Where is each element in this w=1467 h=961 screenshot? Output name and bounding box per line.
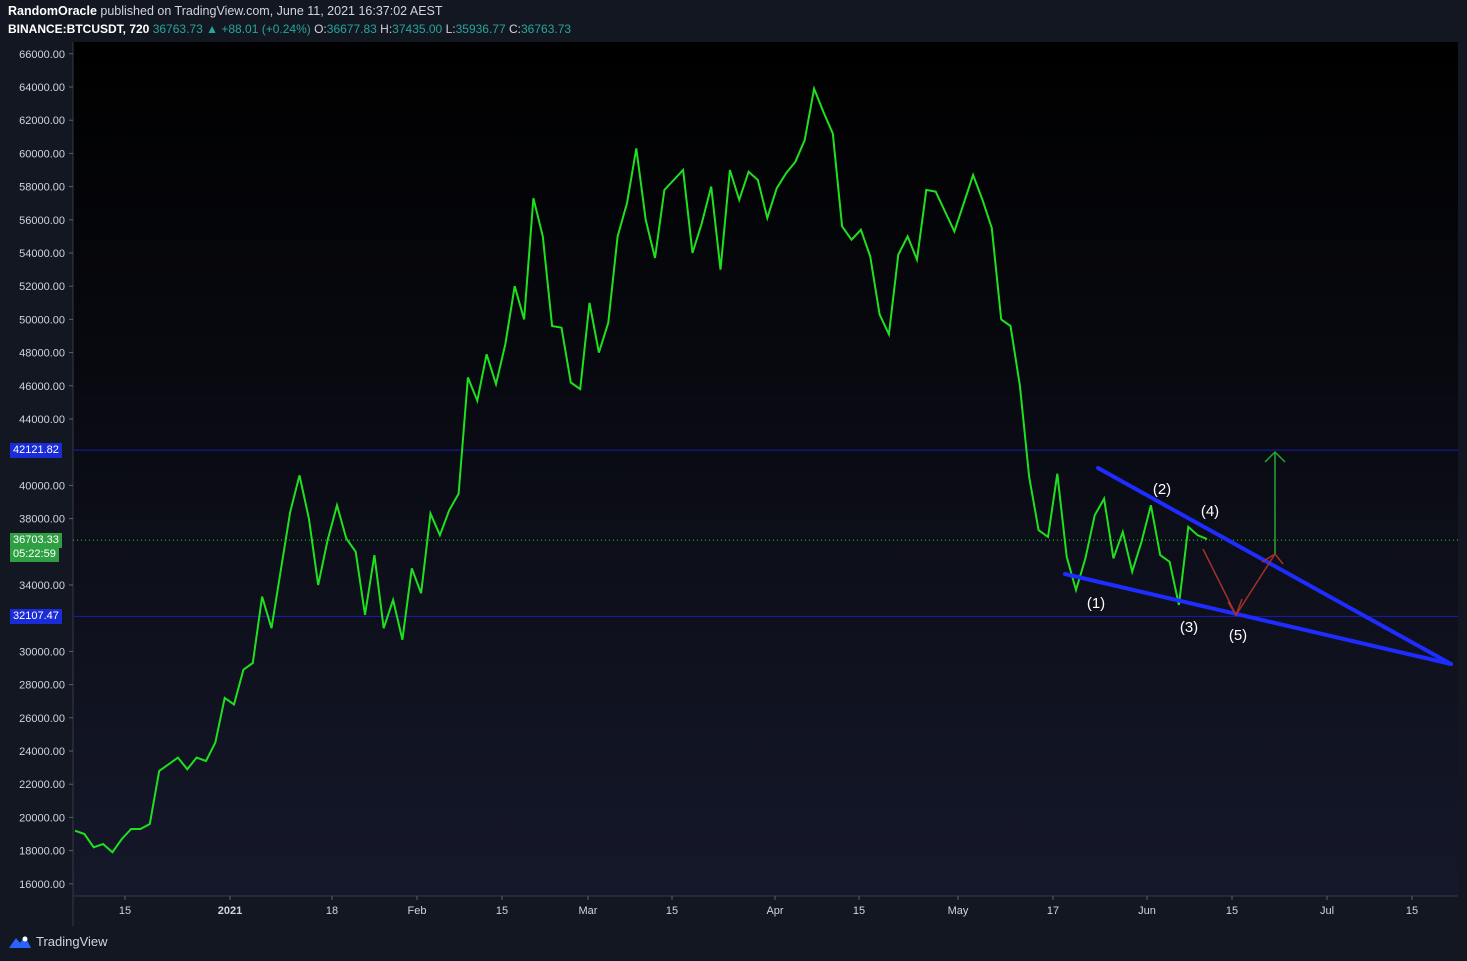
author-name[interactable]: RandomOracle (8, 4, 97, 18)
wave-label: (1) (1087, 595, 1105, 612)
plot-background (73, 42, 1458, 896)
price-tick-label: 40000.00 (19, 480, 65, 492)
time-tick-label: 15 (1406, 905, 1418, 917)
price-tick-label: 58000.00 (19, 182, 65, 194)
price-tick-label: 28000.00 (19, 680, 65, 692)
time-tick-label: 15 (1226, 905, 1238, 917)
open-label: O: (314, 22, 327, 36)
price-tick-label: 56000.00 (19, 215, 65, 227)
low-value: 35936.77 (455, 22, 506, 36)
symbol-label[interactable]: BINANCE:BTCUSDT, 720 (8, 22, 149, 36)
price-tick-label: 52000.00 (19, 281, 65, 293)
wave-label: (3) (1180, 619, 1198, 636)
price-tick-label: 60000.00 (19, 148, 65, 160)
price-tick-label: 26000.00 (19, 713, 65, 725)
time-tick-label: May (948, 905, 969, 917)
support-price-badge: 32107.47 (10, 609, 62, 625)
chart-header: RandomOracle published on TradingView.co… (0, 0, 1467, 42)
time-axis[interactable]: 15 2021 18 Feb 15 Mar 15 Apr 15 May 17 Jun 15 Jul 15 (119, 896, 1418, 917)
brand-name: TradingView (36, 934, 108, 949)
price-tick-label: 22000.00 (19, 779, 65, 791)
tradingview-logo-icon (9, 935, 31, 948)
high-label: H: (380, 22, 393, 36)
time-tick-label: Mar (579, 905, 598, 917)
chart-area[interactable]: 16000.00 18000.00 20000.00 22000.00 24000.00… (0, 42, 1467, 926)
price-tick-label: 54000.00 (19, 248, 65, 260)
low-label: L: (445, 22, 456, 36)
price-change: +88.01 (+0.24%) (221, 22, 311, 36)
price-tick-label: 62000.00 (19, 115, 65, 127)
price-tick-label: 66000.00 (19, 49, 65, 61)
resistance-price-badge: 42121.82 (10, 443, 62, 459)
price-tick-label: 44000.00 (19, 414, 65, 426)
price-tick-label: 18000.00 (19, 846, 65, 858)
current-price-badge: 36703.33 (10, 533, 62, 549)
publication-info: RandomOracle published on TradingView.co… (8, 4, 443, 18)
footer: TradingView (0, 928, 1467, 961)
price-tick-label: 34000.00 (19, 580, 65, 592)
open-value: 36677.83 (326, 22, 377, 36)
high-value: 37435.00 (392, 22, 443, 36)
price-tick-label: 20000.00 (19, 812, 65, 824)
time-tick-label: Jul (1320, 905, 1334, 917)
price-tick-label: 50000.00 (19, 314, 65, 326)
time-tick-label: 15 (666, 905, 678, 917)
price-tick-label: 24000.00 (19, 746, 65, 758)
time-tick-label: 15 (853, 905, 865, 917)
price-tick-label: 64000.00 (19, 82, 65, 94)
time-tick-label: 15 (119, 905, 131, 917)
last-price: 36763.73 (152, 22, 203, 36)
time-tick-label: Jun (1138, 905, 1156, 917)
tradingview-logo[interactable]: TradingView (8, 934, 108, 949)
time-tick-label: 17 (1047, 905, 1059, 917)
time-tick-label: 15 (496, 905, 508, 917)
price-chart[interactable]: 16000.00 18000.00 20000.00 22000.00 24000.00… (0, 42, 1467, 926)
ohlc-legend: BINANCE:BTCUSDT, 720 36763.73 ▲ +88.01 (… (8, 22, 571, 36)
close-value: 36763.73 (521, 22, 572, 36)
time-tick-label: Apr (766, 905, 783, 917)
wave-label: (2) (1153, 481, 1171, 498)
bar-countdown-badge: 05:22:59 (10, 547, 59, 563)
change-arrow-icon: ▲ (206, 22, 218, 36)
time-tick-label: Feb (408, 905, 427, 917)
wave-label: (5) (1229, 627, 1247, 644)
time-tick-label: 18 (326, 905, 338, 917)
price-tick-label: 48000.00 (19, 348, 65, 360)
price-tick-label: 38000.00 (19, 514, 65, 526)
time-tick-label: 2021 (218, 905, 242, 917)
price-axis[interactable]: 16000.00 18000.00 20000.00 22000.00 24000.00… (19, 49, 73, 891)
price-tick-label: 30000.00 (19, 646, 65, 658)
close-label: C: (509, 22, 521, 36)
price-tick-label: 16000.00 (19, 879, 65, 891)
wave-label: (4) (1201, 503, 1219, 520)
price-tick-label: 46000.00 (19, 381, 65, 393)
published-text: published on TradingView.com, June 11, 2… (96, 4, 443, 18)
